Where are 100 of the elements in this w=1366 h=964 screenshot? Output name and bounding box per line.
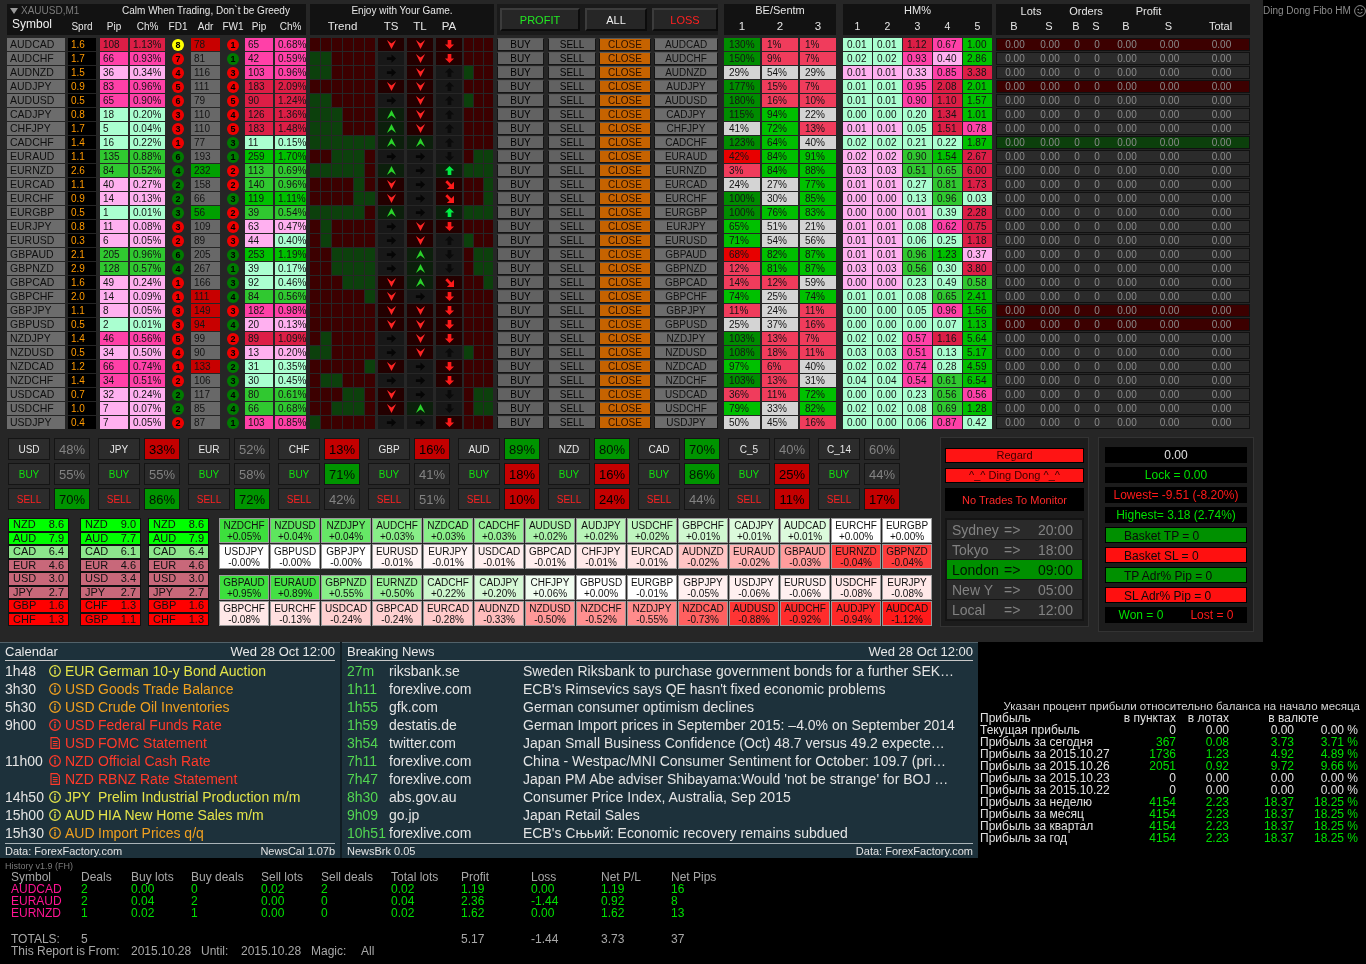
buy-button[interactable]: BUY — [728, 463, 770, 485]
buy-button[interactable]: BUY — [497, 388, 544, 401]
buy-button[interactable]: BUY — [8, 463, 50, 485]
alert-button[interactable]: Regard — [945, 448, 1084, 463]
close-button[interactable]: CLOSE — [599, 388, 651, 401]
news-headline[interactable]: ECB's Rimsevics says QE hasn't fixed economic problems — [523, 680, 886, 698]
close-button[interactable]: CLOSE — [599, 178, 651, 191]
symbol-button[interactable]: USDCHF — [654, 402, 718, 415]
symbol-button[interactable]: EURCAD — [654, 178, 718, 191]
buy-button[interactable]: BUY — [497, 136, 544, 149]
symbol-button[interactable]: CADCHF — [654, 136, 718, 149]
symbol-button[interactable]: EURCHF — [654, 192, 718, 205]
symbol-button[interactable]: GBPJPY — [654, 304, 718, 317]
buy-button[interactable]: BUY — [278, 463, 320, 485]
buy-button[interactable]: BUY — [497, 402, 544, 415]
event-title[interactable]: Prelim Industrial Production m/m — [98, 788, 301, 806]
symbol-button[interactable]: EURNZD — [654, 164, 718, 177]
close-button[interactable]: CLOSE — [599, 332, 651, 345]
event-title[interactable]: RBNZ Rate Statement — [98, 770, 238, 788]
event-title[interactable]: Goods Trade Balance — [98, 680, 234, 698]
sell-button[interactable]: SELL — [548, 206, 596, 219]
close-button[interactable]: CLOSE — [599, 122, 651, 135]
buy-button[interactable]: BUY — [497, 290, 544, 303]
symbol-button[interactable]: AUDNZD — [654, 66, 718, 79]
sell-button[interactable]: SELL — [818, 488, 860, 510]
buy-button[interactable]: BUY — [497, 52, 544, 65]
sell-button[interactable]: SELL — [548, 360, 596, 373]
buy-button[interactable]: BUY — [368, 463, 410, 485]
close-button[interactable]: CLOSE — [599, 38, 651, 51]
buy-button[interactable]: BUY — [497, 360, 544, 373]
buy-button[interactable]: BUY — [497, 276, 544, 289]
event-title[interactable]: FOMC Statement — [98, 734, 207, 752]
close-button[interactable]: CLOSE — [599, 136, 651, 149]
buy-button[interactable]: BUY — [98, 463, 140, 485]
event-title[interactable]: Crude Oil Inventories — [98, 698, 230, 716]
news-headline[interactable]: ECB's Сњьий: Economic recovery remains subdued — [523, 824, 848, 842]
buy-button[interactable]: BUY — [497, 94, 544, 107]
sell-button[interactable]: SELL — [548, 304, 596, 317]
sell-button[interactable]: SELL — [548, 94, 596, 107]
close-button[interactable]: CLOSE — [599, 290, 651, 303]
sell-button[interactable]: SELL — [458, 488, 500, 510]
close-button[interactable]: CLOSE — [599, 262, 651, 275]
news-headline[interactable]: German Import prices in September 2015: –4.0% on September 2014 — [523, 716, 955, 734]
buy-button[interactable]: BUY — [497, 122, 544, 135]
buy-button[interactable]: BUY — [188, 463, 230, 485]
sell-button[interactable]: SELL — [548, 80, 596, 93]
symbol-button[interactable]: GBPUSD — [654, 318, 718, 331]
sell-button[interactable]: SELL — [548, 248, 596, 261]
sell-button[interactable]: SELL — [728, 488, 770, 510]
symbol-button[interactable]: CHFJPY — [654, 122, 718, 135]
event-title[interactable]: Federal Funds Rate — [98, 716, 222, 734]
symbol-button[interactable]: USDCAD — [654, 388, 718, 401]
buy-button[interactable]: BUY — [497, 164, 544, 177]
symbol-button[interactable]: GBPAUD — [654, 248, 718, 261]
close-button[interactable]: CLOSE — [599, 192, 651, 205]
close-button[interactable]: CLOSE — [599, 346, 651, 359]
symbol-button[interactable]: AUDJPY — [654, 80, 718, 93]
close-button[interactable]: CLOSE — [599, 52, 651, 65]
buy-button[interactable]: BUY — [497, 178, 544, 191]
news-headline[interactable]: Japan Retail Sales — [523, 806, 640, 824]
close-button[interactable]: CLOSE — [599, 318, 651, 331]
close-button[interactable]: CLOSE — [599, 108, 651, 121]
close-button[interactable]: CLOSE — [599, 234, 651, 247]
event-title[interactable]: Import Prices q/q — [98, 824, 204, 842]
sell-button[interactable]: SELL — [548, 388, 596, 401]
buy-button[interactable]: BUY — [497, 38, 544, 51]
news-headline[interactable]: German consumer optimism declines — [523, 698, 755, 716]
symbol-button[interactable]: NZDCHF — [654, 374, 718, 387]
close-button[interactable]: CLOSE — [599, 66, 651, 79]
buy-button[interactable]: BUY — [497, 234, 544, 247]
buy-button[interactable]: BUY — [818, 463, 860, 485]
symbol-button[interactable]: GBPCHF — [654, 290, 718, 303]
buy-button[interactable]: BUY — [497, 108, 544, 121]
sell-button[interactable]: SELL — [188, 488, 230, 510]
close-button[interactable]: CLOSE — [599, 402, 651, 415]
symbol-button[interactable]: EURJPY — [654, 220, 718, 233]
close-button[interactable]: CLOSE — [599, 304, 651, 317]
filter-button[interactable]: PROFIT — [500, 8, 580, 31]
event-title[interactable]: German 10-y Bond Auction — [98, 662, 267, 680]
close-button[interactable]: CLOSE — [599, 206, 651, 219]
news-headline[interactable]: China - Westpac/MNI Consumer Sentiment for October: 109.7 (pri… — [523, 752, 946, 770]
sell-button[interactable]: SELL — [548, 178, 596, 191]
symbol-button[interactable]: AUDCAD — [654, 38, 718, 51]
sell-button[interactable]: SELL — [548, 416, 596, 429]
close-button[interactable]: CLOSE — [599, 220, 651, 233]
buy-button[interactable]: BUY — [497, 220, 544, 233]
symbol-button[interactable]: AUDUSD — [654, 94, 718, 107]
sell-button[interactable]: SELL — [548, 262, 596, 275]
symbol-button[interactable]: EURGBP — [654, 206, 718, 219]
buy-button[interactable]: BUY — [497, 80, 544, 93]
buy-button[interactable]: BUY — [497, 374, 544, 387]
sell-button[interactable]: SELL — [98, 488, 140, 510]
sell-button[interactable]: SELL — [368, 488, 410, 510]
symbol-button[interactable]: GBPCAD — [654, 276, 718, 289]
buy-button[interactable]: BUY — [497, 332, 544, 345]
close-button[interactable]: CLOSE — [599, 150, 651, 163]
filter-button[interactable]: LOSS — [652, 8, 718, 31]
symbol-button[interactable]: USDJPY — [654, 416, 718, 429]
buy-button[interactable]: BUY — [497, 66, 544, 79]
sell-button[interactable]: SELL — [548, 346, 596, 359]
